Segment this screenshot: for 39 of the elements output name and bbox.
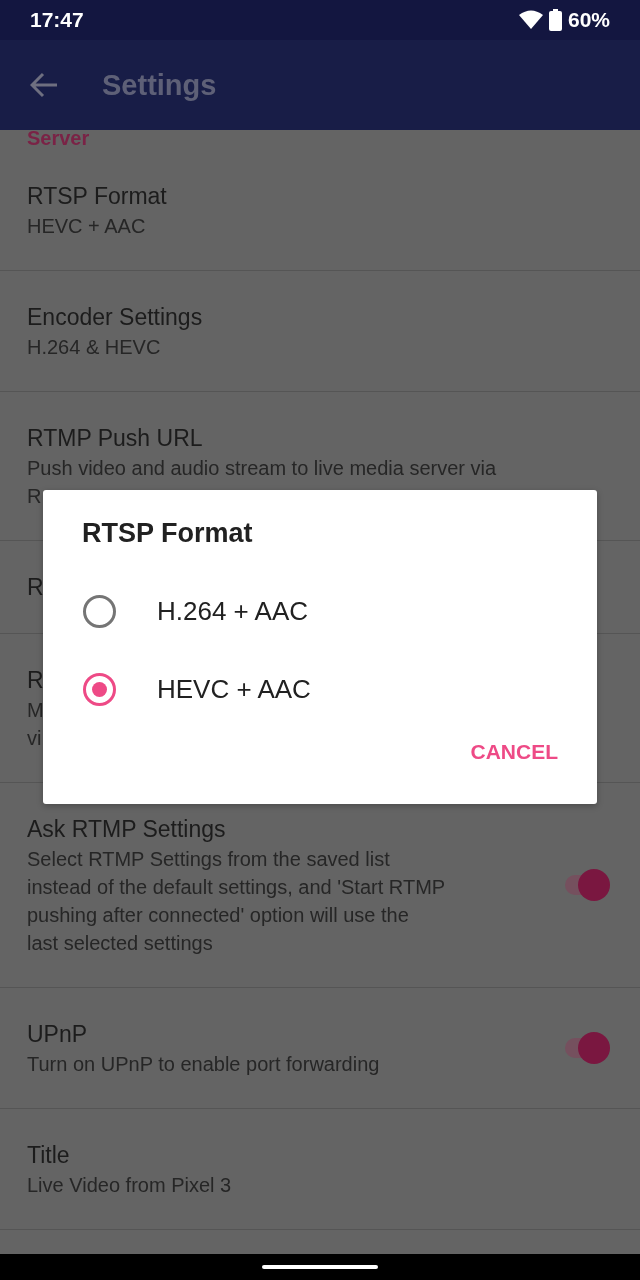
app-title: Settings (102, 68, 217, 102)
settings-row[interactable]: Encoder Settings H.264 & HEVC (0, 271, 640, 392)
setting-summary: last selected settings (27, 931, 213, 956)
setting-summary: vi (27, 726, 42, 751)
setting-summary: H.264 & HEVC (27, 335, 161, 360)
radio-option[interactable]: HEVC + AAC (82, 650, 558, 728)
setting-summary: Turn on UPnP to enable port forwarding (27, 1052, 380, 1077)
setting-summary: HEVC + AAC (27, 214, 146, 239)
setting-summary: pushing after connected' option will use the (27, 903, 409, 928)
setting-summary: Push video and audio stream to live media server via (27, 456, 497, 481)
radio-button[interactable] (83, 672, 116, 706)
radio-option[interactable]: H.264 + AAC (82, 572, 558, 650)
home-handle[interactable] (262, 1265, 378, 1269)
setting-title: RTSP Format (27, 182, 167, 211)
setting-title: Title (27, 1141, 70, 1170)
setting-title: Encoder Settings (27, 303, 203, 332)
settings-row[interactable]: UPnP Turn on UPnP to enable port forwarding (0, 988, 640, 1109)
setting-title: Ask RTMP Settings (27, 815, 226, 844)
settings-row[interactable]: RTSP Format HEVC + AAC (0, 150, 640, 271)
cancel-button[interactable]: CANCEL (470, 732, 558, 772)
section-header: Server (26, 128, 91, 150)
battery-icon (548, 9, 562, 31)
battery-level: 60% (567, 8, 610, 32)
settings-row[interactable]: Title Live Video from Pixel 3 (0, 1109, 640, 1230)
setting-title: R (27, 573, 44, 602)
option-label: HEVC + AAC (157, 673, 311, 705)
wifi-icon (518, 10, 543, 30)
setting-summary: M (27, 698, 44, 723)
option-label: H.264 + AAC (157, 595, 309, 627)
clock: 17:47 (30, 8, 84, 32)
setting-title: UPnP (27, 1020, 88, 1049)
setting-summary: Live Video from Pixel 3 (27, 1173, 232, 1198)
radio-button[interactable] (83, 594, 116, 628)
back-arrow-icon[interactable] (30, 72, 58, 98)
setting-summary: Select RTMP Settings from the saved list (27, 847, 390, 872)
setting-summary: R (27, 484, 42, 509)
setting-title: RTMP Push URL (27, 424, 203, 453)
setting-title: R (27, 666, 44, 695)
setting-summary: instead of the default settings, and 'Start RTMP (27, 875, 446, 900)
